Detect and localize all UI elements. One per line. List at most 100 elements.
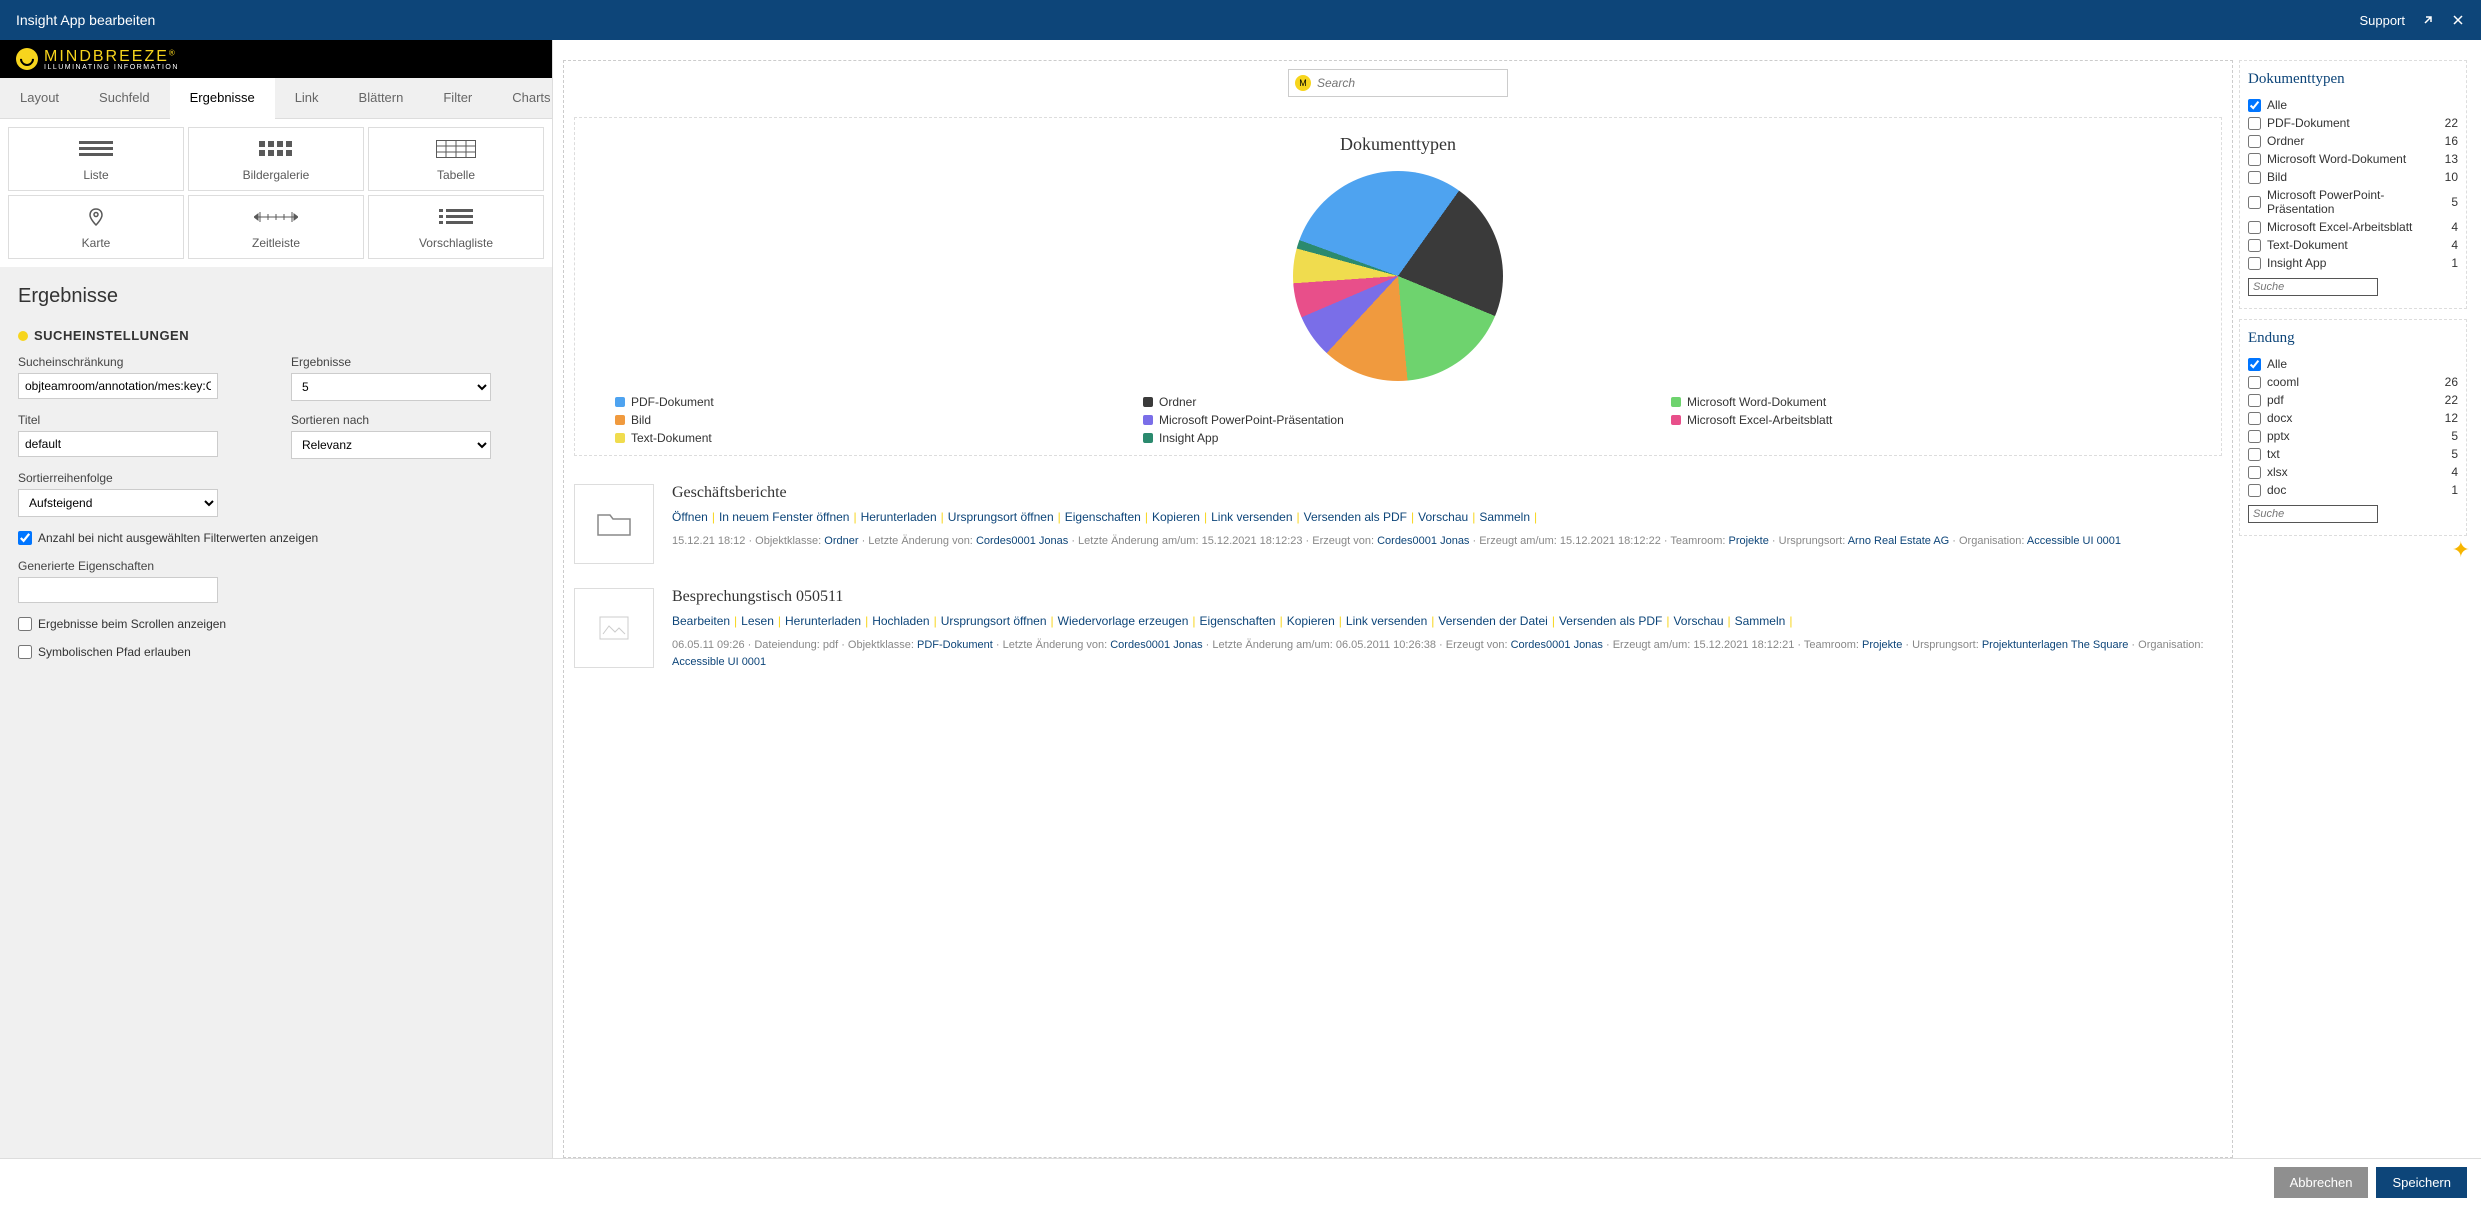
action-link[interactable]: Sammeln — [1735, 614, 1786, 628]
chk-scroll[interactable] — [18, 617, 32, 631]
cancel-button[interactable]: Abbrechen — [2274, 1167, 2369, 1198]
view-bildergalerie[interactable]: Bildergalerie — [188, 127, 364, 191]
image-icon — [574, 588, 654, 668]
action-link[interactable]: Ursprungsort öffnen — [948, 510, 1054, 524]
view-liste[interactable]: Liste — [8, 127, 184, 191]
close-icon[interactable] — [2451, 13, 2465, 27]
filter-checkbox[interactable] — [2248, 239, 2261, 252]
filter-row: doc1 — [2248, 481, 2458, 499]
action-link[interactable]: Bearbeiten — [672, 614, 730, 628]
view-karte[interactable]: Karte — [8, 195, 184, 259]
select-sortreih[interactable]: Aufsteigend — [18, 489, 218, 517]
result-title[interactable]: Besprechungstisch 050511 — [672, 588, 2222, 606]
settings-area: Ergebnisse SUCHEINSTELLUNGEN Sucheinschr… — [0, 267, 552, 1158]
chk-symbol[interactable] — [18, 645, 32, 659]
support-link[interactable]: Support — [2359, 13, 2405, 28]
action-link[interactable]: In neuem Fenster öffnen — [719, 510, 850, 524]
action-link[interactable]: Hochladen — [872, 614, 929, 628]
tab-filter[interactable]: Filter — [423, 78, 492, 118]
view-zeitleiste[interactable]: Zeitleiste — [188, 195, 364, 259]
search-input[interactable] — [1317, 76, 1501, 90]
filter-row: txt5 — [2248, 445, 2458, 463]
select-sortnach[interactable]: Relevanz — [291, 431, 491, 459]
suggest-icon — [373, 206, 539, 228]
tab-blättern[interactable]: Blättern — [339, 78, 424, 118]
action-link[interactable]: Versenden als PDF — [1559, 614, 1662, 628]
legend-item: Insight App — [1143, 431, 1653, 445]
action-link[interactable]: Link versenden — [1211, 510, 1292, 524]
chk-doktypen-alle[interactable] — [2248, 99, 2261, 112]
meta-line: 15.12.21 18:12 · Objektklasse: Ordner · … — [672, 533, 2222, 550]
action-link[interactable]: Lesen — [741, 614, 774, 628]
result-title[interactable]: Geschäftsberichte — [672, 484, 2222, 502]
filter-row: Bild10 — [2248, 168, 2458, 186]
input-titel[interactable] — [18, 431, 218, 457]
action-link[interactable]: Link versenden — [1346, 614, 1427, 628]
meta-line: 06.05.11 09:26 · Dateiendung: pdf · Obje… — [672, 637, 2222, 670]
action-link[interactable]: Ursprungsort öffnen — [941, 614, 1047, 628]
action-link[interactable]: Kopieren — [1287, 614, 1335, 628]
legend-item: PDF-Dokument — [615, 395, 1125, 409]
add-filter-icon[interactable]: ✦ — [2452, 537, 2470, 563]
chk-symbol-label: Symbolischen Pfad erlauben — [38, 645, 191, 659]
list-icon — [13, 138, 179, 160]
view-vorschlagliste[interactable]: Vorschlagliste — [368, 195, 544, 259]
action-link[interactable]: Eigenschaften — [1065, 510, 1141, 524]
filter-search-endung[interactable] — [2248, 505, 2378, 523]
tab-link[interactable]: Link — [275, 78, 339, 118]
action-link[interactable]: Herunterladen — [861, 510, 937, 524]
filter-endung: Endung Alle cooml26pdf22docx12pptx5txt5x… — [2239, 319, 2467, 536]
filter-checkbox[interactable] — [2248, 484, 2261, 497]
action-link[interactable]: Vorschau — [1673, 614, 1723, 628]
filter-checkbox[interactable] — [2248, 117, 2261, 130]
action-line: Bearbeiten|Lesen|Herunterladen|Hochladen… — [672, 612, 2222, 631]
input-sucheinschr[interactable] — [18, 373, 218, 399]
chk-endung-alle[interactable] — [2248, 358, 2261, 371]
action-link[interactable]: Kopieren — [1152, 510, 1200, 524]
filter-checkbox[interactable] — [2248, 135, 2261, 148]
action-link[interactable]: Versenden der Datei — [1438, 614, 1547, 628]
action-link[interactable]: Sammeln — [1479, 510, 1530, 524]
action-link[interactable]: Wiedervorlage erzeugen — [1058, 614, 1189, 628]
filter-checkbox[interactable] — [2248, 196, 2261, 209]
action-link[interactable]: Herunterladen — [785, 614, 861, 628]
result-item: Besprechungstisch 050511 Bearbeiten|Lesen… — [574, 578, 2222, 684]
filter-checkbox[interactable] — [2248, 171, 2261, 184]
label-sortreih: Sortierreihenfolge — [18, 471, 261, 485]
window-title: Insight App bearbeiten — [16, 12, 155, 28]
action-link[interactable]: Versenden als PDF — [1304, 510, 1407, 524]
search-logo-icon: M — [1295, 75, 1311, 91]
pie-chart — [1293, 171, 1503, 381]
filter-checkbox[interactable] — [2248, 448, 2261, 461]
filter-checkbox[interactable] — [2248, 394, 2261, 407]
input-gen[interactable] — [18, 577, 218, 603]
label-sucheinschr: Sucheinschränkung — [18, 355, 261, 369]
view-tabelle[interactable]: Tabelle — [368, 127, 544, 191]
filter-checkbox[interactable] — [2248, 257, 2261, 270]
action-link[interactable]: Vorschau — [1418, 510, 1468, 524]
action-link[interactable]: Eigenschaften — [1200, 614, 1276, 628]
tab-suchfeld[interactable]: Suchfeld — [79, 78, 170, 118]
filter-row: cooml26 — [2248, 373, 2458, 391]
chk-anzahl[interactable] — [18, 531, 32, 545]
action-link[interactable]: Öffnen — [672, 510, 708, 524]
search-box[interactable]: M — [1288, 69, 1508, 97]
filter-checkbox[interactable] — [2248, 430, 2261, 443]
filter-checkbox[interactable] — [2248, 412, 2261, 425]
filter-checkbox[interactable] — [2248, 376, 2261, 389]
filter-search-doktypen[interactable] — [2248, 278, 2378, 296]
right-panel: M Dokumenttypen PDF-DokumentOrdnerMicros… — [553, 40, 2481, 1158]
tab-ergebnisse[interactable]: Ergebnisse — [170, 78, 275, 119]
logo-bar: MINDBREEZE® ILLUMINATING INFORMATION — [0, 40, 552, 78]
save-button[interactable]: Speichern — [2376, 1167, 2467, 1198]
open-external-icon[interactable] — [2421, 13, 2435, 27]
filter-checkbox[interactable] — [2248, 153, 2261, 166]
filter-column: Dokumenttypen Alle PDF-Dokument22Ordner1… — [2239, 60, 2471, 1158]
filter-checkbox[interactable] — [2248, 221, 2261, 234]
filter-row: Microsoft PowerPoint-Präsentation5 — [2248, 186, 2458, 218]
table-icon — [373, 138, 539, 160]
bullet-icon — [18, 331, 28, 341]
tab-layout[interactable]: Layout — [0, 78, 79, 118]
filter-checkbox[interactable] — [2248, 466, 2261, 479]
select-ergebnisse[interactable]: 5 — [291, 373, 491, 401]
